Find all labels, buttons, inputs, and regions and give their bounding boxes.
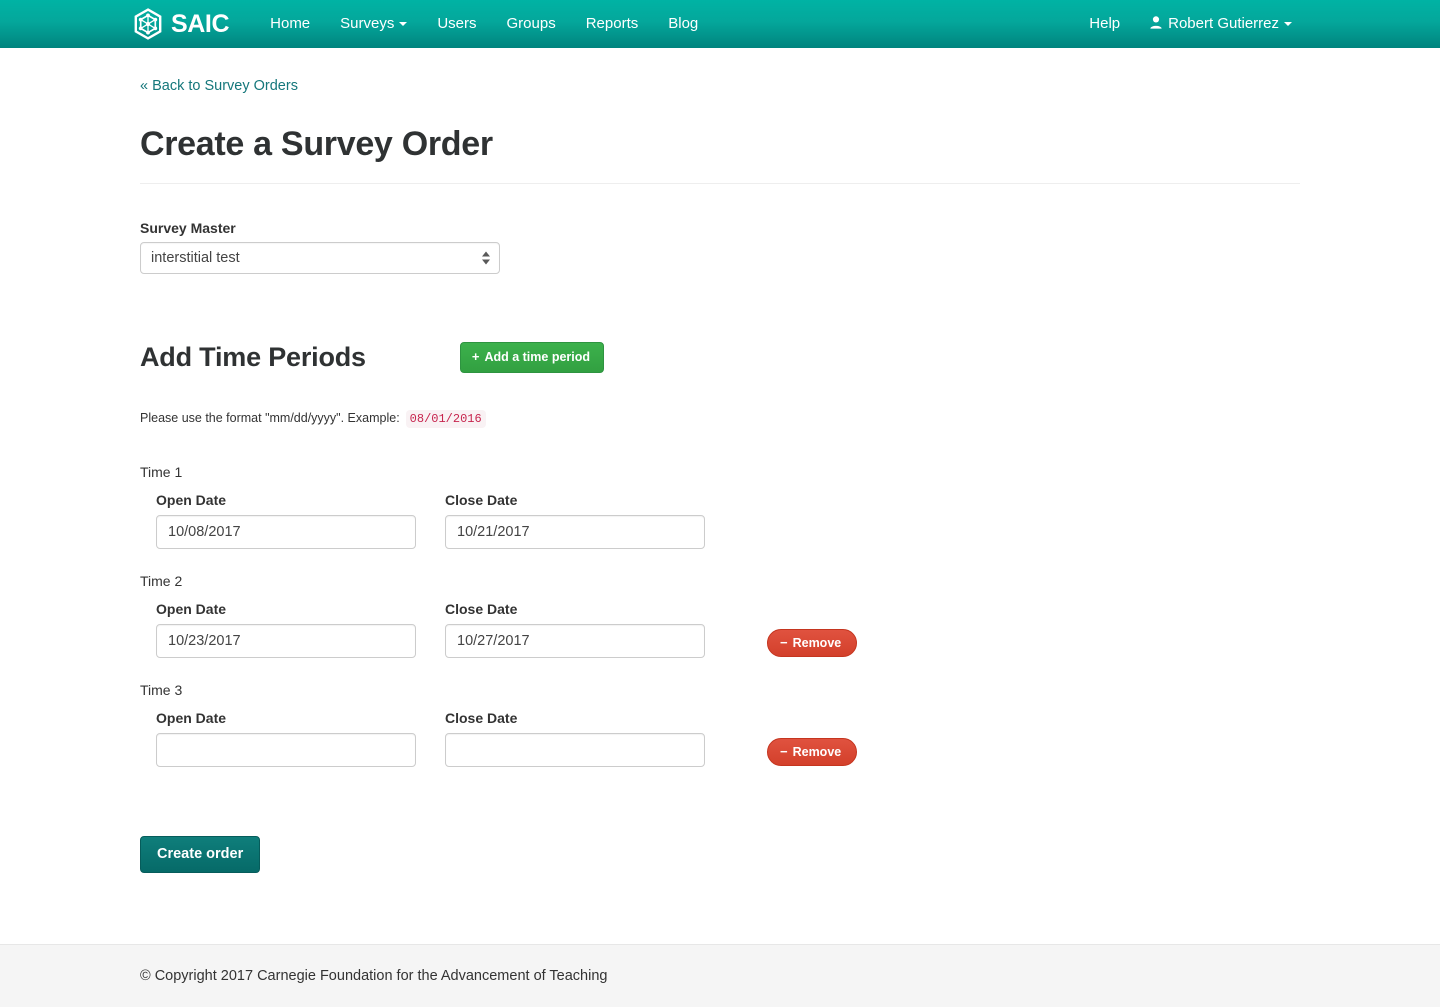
page-container: « Back to Survey Orders Create a Survey … <box>130 48 1310 933</box>
footer-copyright: © Copyright 2017 Carnegie Foundation for… <box>140 968 608 984</box>
date-format-example: 08/01/2016 <box>405 410 486 429</box>
survey-master-select[interactable]: interstitial test <box>140 242 500 275</box>
top-navbar: SAIC Home Surveys Users Groups Reports B… <box>0 0 1440 48</box>
section-title-add-time-periods: Add Time Periods <box>140 342 366 373</box>
open-date-input-1[interactable] <box>156 515 416 550</box>
nav-item-users-label: Users <box>437 15 477 32</box>
time-period-row-2: Open Date Close Date −Remove <box>140 601 1300 659</box>
open-date-label-1: Open Date <box>156 492 227 509</box>
nav-item-groups-label: Groups <box>506 15 556 32</box>
close-date-col-2: Close Date <box>445 601 705 659</box>
add-time-period-button-label: Add a time period <box>484 350 591 365</box>
submit-area: Create order <box>140 836 1300 933</box>
nav-item-groups[interactable]: Groups <box>492 0 571 48</box>
brand-label: SAIC <box>171 9 230 38</box>
time-period-block-3: Time 3 Open Date Close Date − Remove <box>140 682 1300 768</box>
plus-icon: + <box>471 349 480 365</box>
nav-item-surveys-label: Surveys <box>340 15 395 32</box>
date-format-note-text: Please use the format "mm/dd/yyyy". Exam… <box>140 411 400 426</box>
brand-home-link[interactable]: SAIC <box>132 8 230 40</box>
navbar-inner: SAIC Home Surveys Users Groups Reports B… <box>130 0 1310 48</box>
close-date-input-2[interactable] <box>445 624 705 659</box>
remove-time-period-button-3[interactable]: − Remove <box>767 737 858 767</box>
time-period-legend-1: Time 1 <box>140 464 183 481</box>
title-divider <box>140 183 1300 185</box>
navbar-right: Help Robert Gutierrez <box>1074 0 1310 49</box>
chevron-down-icon <box>399 22 408 27</box>
open-date-input-2[interactable] <box>156 624 416 659</box>
open-date-col-1: Open Date <box>156 492 416 550</box>
time-period-block-2: Time 2 Open Date Close Date −Remove <box>140 573 1300 659</box>
add-time-periods-header: Add Time Periods + Add a time period <box>140 342 1300 373</box>
close-date-label-2: Close Date <box>445 601 518 618</box>
close-date-input-1[interactable] <box>445 515 705 550</box>
survey-master-group: Survey Master interstitial test <box>140 220 1300 275</box>
chevron-down-icon <box>1284 21 1292 26</box>
remove-time-period-button-label-3: Remove <box>792 744 842 759</box>
time-period-row-1: Open Date Close Date −Remove <box>140 492 1300 550</box>
survey-master-select-wrap: interstitial test <box>140 242 500 275</box>
minus-icon: − <box>780 743 788 759</box>
date-format-note: Please use the format "mm/dd/yyyy". Exam… <box>140 410 1300 429</box>
time-period-row-3: Open Date Close Date − Remove <box>140 710 1300 768</box>
close-date-label-1: Close Date <box>445 492 518 509</box>
nav-item-blog[interactable]: Blog <box>653 0 713 48</box>
nav-item-home[interactable]: Home <box>255 0 325 48</box>
close-date-label-3: Close Date <box>445 710 518 727</box>
add-time-period-button[interactable]: + Add a time period <box>459 342 605 373</box>
nav-item-users[interactable]: Users <box>422 0 491 48</box>
user-menu[interactable]: Robert Gutierrez <box>1135 0 1307 49</box>
open-date-label-3: Open Date <box>156 710 227 727</box>
close-date-col-3: Close Date <box>445 710 705 768</box>
user-menu-label: Robert Gutierrez <box>1168 14 1279 32</box>
nav-item-reports[interactable]: Reports <box>571 0 654 48</box>
nav-item-help-label: Help <box>1089 15 1121 32</box>
remove-time-period-button-label-2: Remove <box>792 635 842 650</box>
hexagon-molecule-logo-icon <box>132 8 164 40</box>
time-period-legend-2: Time 2 <box>140 573 183 590</box>
create-order-button[interactable]: Create order <box>140 836 261 873</box>
close-date-input-3[interactable] <box>445 733 705 768</box>
time-period-legend-3: Time 3 <box>140 682 183 699</box>
close-date-col-1: Close Date <box>445 492 705 550</box>
open-date-col-3: Open Date <box>156 710 416 768</box>
remove-time-period-button-2[interactable]: − Remove <box>767 628 858 658</box>
minus-icon: − <box>780 634 788 650</box>
nav-item-reports-label: Reports <box>585 15 639 32</box>
time-period-block-1: Time 1 Open Date Close Date −Remove <box>140 464 1300 550</box>
open-date-input-3[interactable] <box>156 733 416 768</box>
nav-item-help[interactable]: Help <box>1074 0 1135 48</box>
back-to-survey-orders-link[interactable]: « Back to Survey Orders <box>140 78 298 94</box>
nav-item-home-label: Home <box>270 15 311 32</box>
survey-master-label: Survey Master <box>140 220 236 237</box>
nav-item-surveys[interactable]: Surveys <box>325 0 422 48</box>
open-date-col-2: Open Date <box>156 601 416 659</box>
page-footer: © Copyright 2017 Carnegie Foundation for… <box>0 944 1440 1007</box>
main-nav: Home Surveys Users Groups Reports Blog <box>255 0 713 48</box>
page-title: Create a Survey Order <box>140 125 493 163</box>
open-date-label-2: Open Date <box>156 601 227 618</box>
nav-item-blog-label: Blog <box>668 15 699 32</box>
user-icon <box>1150 1 1162 49</box>
